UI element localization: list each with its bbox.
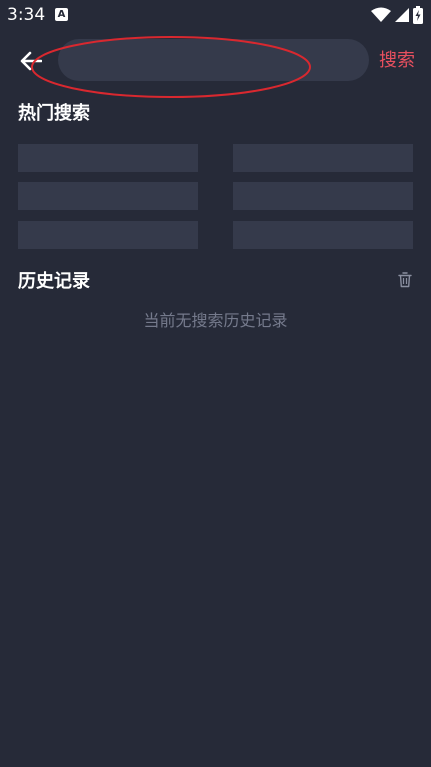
status-icons <box>371 6 423 24</box>
search-button[interactable]: 搜索 <box>379 49 415 73</box>
trash-icon <box>398 272 412 288</box>
hot-search-item[interactable] <box>233 221 413 249</box>
hot-search-item[interactable] <box>18 182 198 210</box>
notification-app-icon: A <box>55 8 68 21</box>
back-button[interactable] <box>14 44 48 78</box>
empty-history-text: 当前无搜索历史记录 <box>143 311 288 330</box>
hot-search-item[interactable] <box>233 144 413 172</box>
status-bar: 3:34 A <box>0 0 431 30</box>
hot-search-item[interactable] <box>18 144 198 172</box>
history-title: 历史记录 <box>18 271 90 292</box>
search-field[interactable] <box>58 39 369 81</box>
clear-history-button[interactable] <box>396 270 414 290</box>
search-input[interactable] <box>58 39 369 81</box>
signal-icon <box>395 8 409 22</box>
status-time: 3:34 <box>7 5 46 25</box>
arrow-left-icon <box>20 51 42 71</box>
hot-search-title: 热门搜索 <box>18 103 90 124</box>
hot-search-item[interactable] <box>18 221 198 249</box>
wifi-icon <box>371 7 391 22</box>
battery-charging-icon <box>413 6 423 24</box>
hot-search-item[interactable] <box>233 182 413 210</box>
